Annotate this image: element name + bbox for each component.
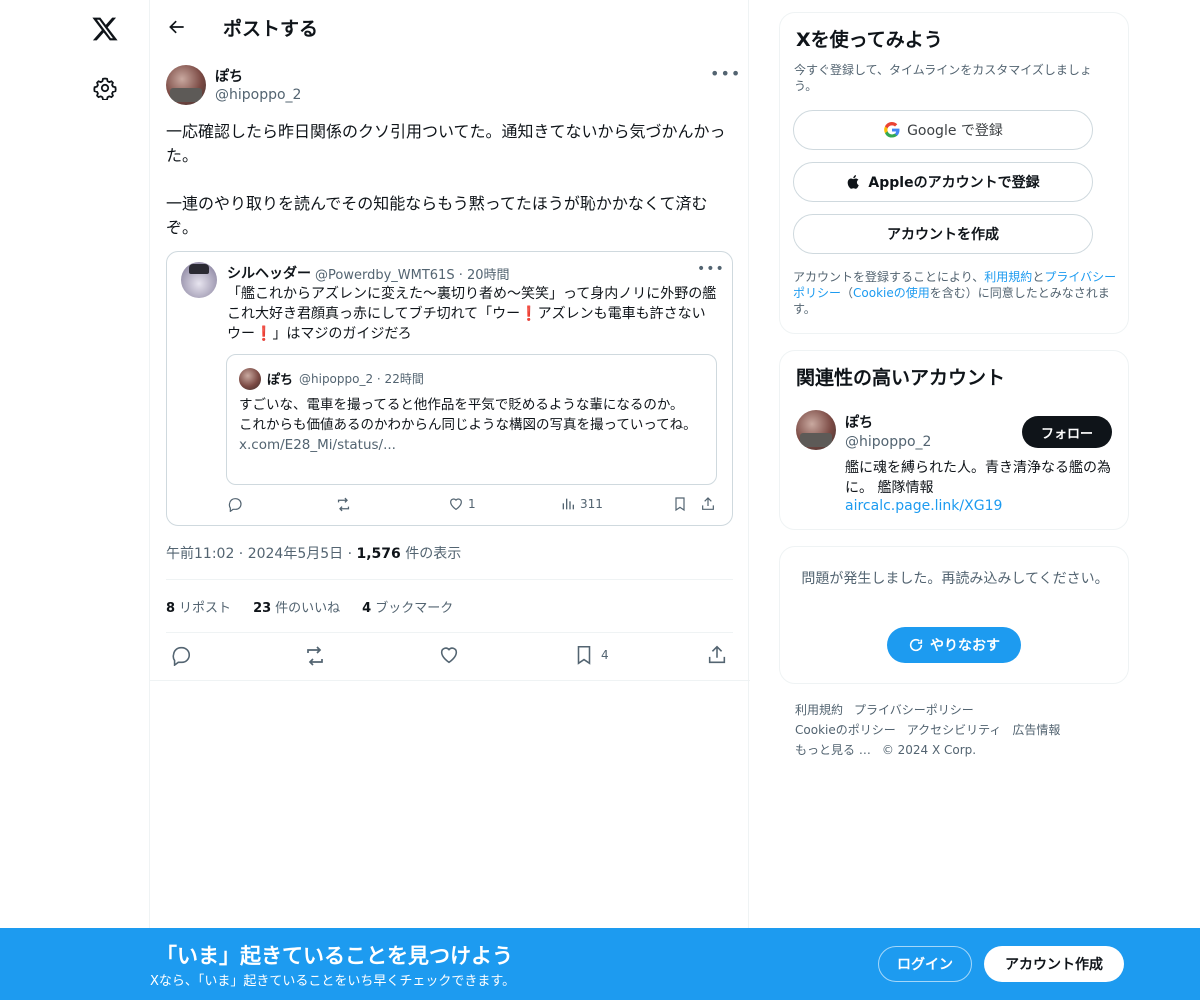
signup-banner: 「いま」起きていることを見つけよう Xなら、「いま」起きていることをいち早くチェ… — [0, 928, 1200, 1000]
quote-text: 「艦これからアズレンに変えた〜裏切り者め〜笑笑」って身内ノリに外野の艦これ大好き… — [227, 286, 717, 342]
avatar[interactable] — [181, 262, 217, 298]
google-signup-label: Google で登録 — [907, 123, 1003, 139]
retry-label: やりなおす — [930, 638, 1000, 654]
views-count: 311 — [580, 497, 603, 511]
like-button[interactable]: 1 — [448, 496, 476, 512]
nested-meta: @hipoppo_2 · 22時間 — [299, 372, 424, 386]
signup-card: Xを使ってみよう 今すぐ登録して、タイムラインをカスタマイズしましょう。 Goo… — [779, 12, 1129, 334]
retry-button[interactable]: やりなおす — [887, 627, 1021, 663]
quoted-post[interactable]: シルヘッダー @Powerdby_WMT61S · 20時間 ••• 「艦これか… — [166, 251, 733, 526]
quote-actions: 1 311 — [167, 496, 732, 518]
exclamation-icon: ❗ — [255, 326, 273, 342]
cookie-link[interactable]: Cookieの使用 — [853, 286, 930, 300]
avatar[interactable] — [166, 65, 206, 105]
footer-link[interactable]: 利用規約 — [795, 700, 843, 720]
nested-text: すごいな、電車を撮ってると他作品を平気で貶めるような輩になるのか。 これからも価… — [239, 395, 704, 455]
quote-author-name[interactable]: シルヘッダー — [227, 263, 311, 283]
reposts-stat[interactable]: 8 リポスト — [166, 597, 231, 616]
share-icon[interactable] — [700, 496, 716, 512]
arrow-left-icon[interactable] — [162, 12, 192, 42]
views-button[interactable]: 311 — [560, 496, 603, 512]
related-accounts-card: 関連性の高いアカウント ぽち @hipoppo_2 フォロー 艦に魂を縛られた人… — [779, 350, 1129, 530]
views-count: 1,576 — [356, 546, 401, 562]
nested-quoted-post[interactable]: ぽち @hipoppo_2 · 22時間 すごいな、電車を撮ってると他作品を平気… — [226, 354, 717, 485]
legal-notice: アカウントを登録することにより、利用規約とプライバシーポリシー（Cookieの使… — [793, 270, 1117, 316]
apple-icon — [848, 175, 860, 189]
author-handle[interactable]: @hipoppo_2 — [215, 87, 301, 103]
footer-link[interactable]: 広告情報 — [1012, 720, 1060, 740]
related-title: 関連性の高いアカウント — [796, 367, 1006, 389]
repost-icon[interactable] — [303, 644, 327, 668]
heart-icon — [450, 498, 462, 511]
signup-subtitle: 今すぐ登録して、タイムラインをカスタマイズしましょう。 — [794, 63, 1092, 93]
main-column: ポストする ぽち @hipoppo_2 ••• 一応確認したら昨日関係のクソ引用… — [149, 0, 750, 1000]
divider — [166, 579, 733, 580]
google-signup-button[interactable]: Google で登録 — [793, 110, 1093, 150]
error-message: 問題が発生しました。再読み込みしてください。 — [801, 571, 1109, 587]
more-options-icon[interactable]: ••• — [697, 261, 725, 277]
post-timestamp: 午前11:02 · 2024年5月5日 · 1,576 件の表示 — [166, 546, 462, 562]
analytics-icon — [562, 498, 574, 510]
gear-icon[interactable] — [89, 72, 121, 104]
related-name[interactable]: ぽち — [845, 412, 873, 432]
exclamation-icon: ❗ — [520, 306, 538, 322]
related-bio: 艦に魂を縛られた人。青き清浄なる艦の為に。 艦隊情報 — [845, 460, 1111, 496]
refresh-icon — [909, 638, 923, 652]
reply-icon[interactable] — [170, 644, 192, 666]
terms-link[interactable]: 利用規約 — [984, 270, 1032, 284]
banner-subtitle: Xなら、「いま」起きていることをいち早くチェックできます。 — [150, 974, 516, 989]
footer-link[interactable]: Cookieのポリシー — [795, 720, 896, 740]
related-handle[interactable]: @hipoppo_2 — [845, 434, 931, 450]
likes-stat[interactable]: 23 件のいいね — [253, 597, 340, 616]
top-bar: ポストする — [150, 0, 750, 53]
post-stats: 8 リポスト 23 件のいいね 4 ブックマーク — [166, 597, 453, 616]
bookmark-count: 4 — [601, 648, 609, 662]
left-nav — [0, 0, 150, 1000]
bookmark-icon — [577, 645, 591, 665]
bookmark-icon[interactable] — [672, 496, 688, 512]
bookmarks-stat[interactable]: 4 ブックマーク — [362, 597, 453, 616]
footer-link[interactable]: もっと見る … — [795, 740, 871, 760]
apple-signup-button[interactable]: Appleのアカウントで登録 — [793, 162, 1093, 202]
copyright: © 2024 X Corp. — [881, 743, 977, 757]
like-count: 1 — [468, 497, 476, 511]
google-icon — [884, 121, 900, 138]
related-link[interactable]: aircalc.page.link/XG19 — [845, 498, 1002, 514]
share-icon[interactable] — [706, 644, 728, 666]
avatar — [239, 368, 261, 390]
apple-signup-label: Appleのアカウントで登録 — [868, 175, 1040, 191]
login-button[interactable]: ログイン — [878, 946, 972, 982]
post-text: 一応確認したら昨日関係のクソ引用ついてた。通知きてないから気づかんかった。 一連… — [166, 122, 726, 237]
post-actions: 4 — [150, 644, 750, 670]
repost-icon[interactable] — [335, 496, 352, 513]
divider — [166, 632, 733, 633]
more-options-icon[interactable]: ••• — [710, 64, 740, 86]
signup-title: Xを使ってみよう — [796, 29, 943, 51]
banner-title: 「いま」起きていることを見つけよう — [156, 944, 513, 968]
author-name[interactable]: ぽち — [215, 66, 243, 86]
x-logo-icon[interactable] — [86, 10, 124, 48]
page-title: ポストする — [223, 18, 319, 40]
heart-icon[interactable] — [438, 644, 460, 666]
bookmark-button[interactable]: 4 — [573, 644, 609, 666]
footer-link[interactable]: アクセシビリティ — [907, 720, 1002, 740]
signup-button[interactable]: アカウント作成 — [984, 946, 1124, 982]
footer-links: 利用規約 プライバシーポリシー Cookieのポリシー アクセシビリティ 広告情報 も… — [795, 700, 1115, 760]
quote-meta: @Powerdby_WMT61S · 20時間 — [315, 268, 510, 283]
nested-author-name: ぽち — [267, 373, 294, 388]
footer-link[interactable]: プライバシーポリシー — [854, 700, 974, 720]
divider — [150, 680, 750, 681]
follow-button[interactable]: フォロー — [1022, 416, 1112, 448]
reply-icon[interactable] — [227, 496, 243, 512]
avatar[interactable] — [796, 410, 836, 450]
error-card: 問題が発生しました。再読み込みしてください。 やりなおす — [779, 546, 1129, 684]
nested-link[interactable]: x.com/E28_Mi/status/... — [239, 435, 704, 455]
create-account-button[interactable]: アカウントを作成 — [793, 214, 1093, 254]
